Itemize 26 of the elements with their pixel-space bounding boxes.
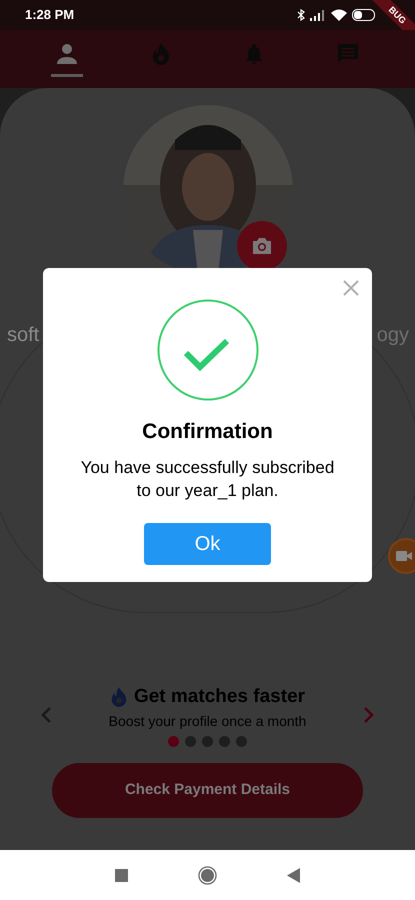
signal-icon bbox=[310, 10, 326, 20]
back-icon[interactable] bbox=[287, 868, 300, 882]
ok-button[interactable]: Ok bbox=[144, 522, 271, 564]
dialog-message: You have successfully subscribed to our year_1 plan. bbox=[80, 456, 336, 502]
wifi-icon bbox=[331, 9, 347, 21]
check-circle-icon bbox=[156, 299, 258, 401]
person-icon bbox=[54, 42, 79, 66]
battery-icon bbox=[352, 9, 376, 21]
bell-icon bbox=[244, 42, 264, 64]
carousel-subtitle: Boost your profile once a month bbox=[108, 712, 306, 730]
payment-button[interactable]: Check Payment Details bbox=[52, 763, 363, 818]
video-icon bbox=[396, 550, 412, 562]
flame-icon bbox=[150, 42, 171, 66]
dialog-title: Confirmation bbox=[142, 419, 273, 445]
bluetooth-icon bbox=[297, 9, 305, 21]
flame-icon bbox=[110, 686, 128, 708]
video-button[interactable] bbox=[388, 538, 415, 574]
close-button[interactable] bbox=[342, 279, 360, 297]
message-icon bbox=[337, 42, 360, 64]
home-icon[interactable] bbox=[198, 866, 217, 884]
carousel-title: Get matches faster bbox=[134, 685, 306, 709]
profile-text: soft bbox=[7, 323, 40, 348]
recents-icon[interactable] bbox=[115, 868, 128, 882]
status-time: 1:28 PM bbox=[25, 6, 74, 24]
close-icon bbox=[342, 279, 360, 297]
camera-icon bbox=[251, 237, 273, 255]
